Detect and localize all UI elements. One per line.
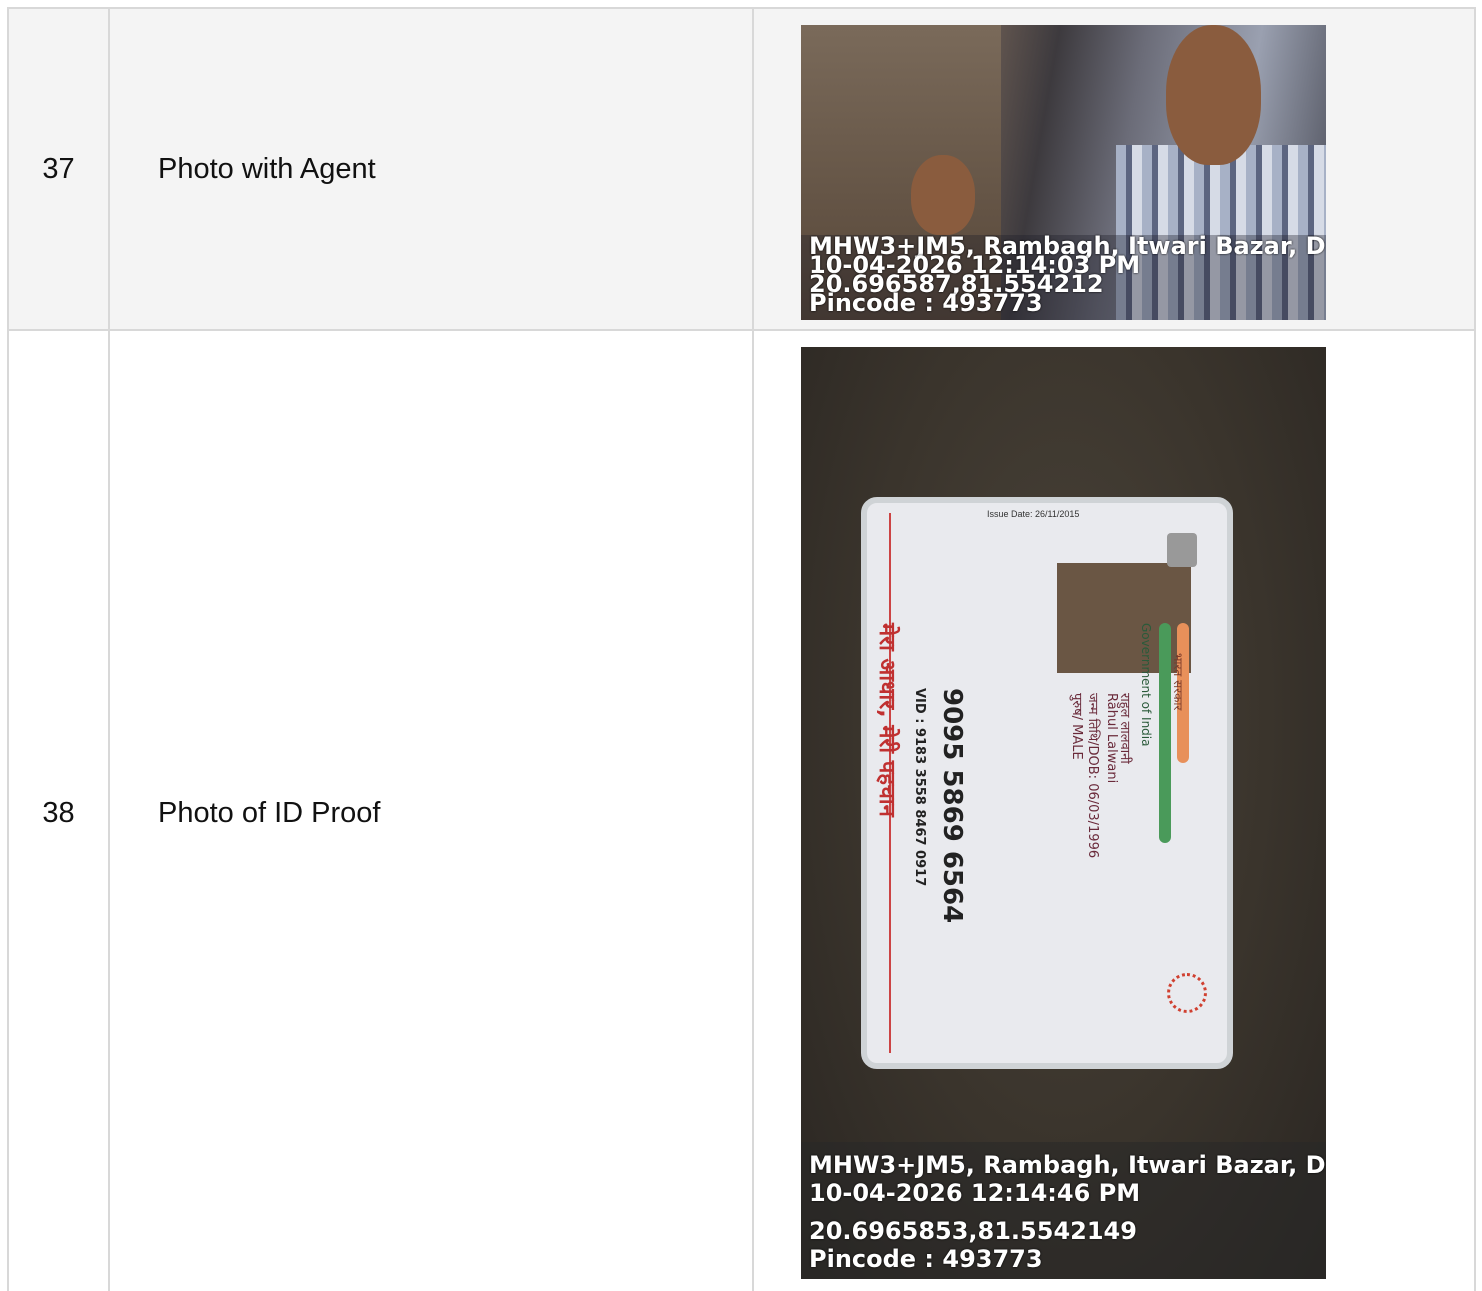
card-dob: जन्म तिथि/DOB: 06/03/1996 <box>1085 693 1100 859</box>
overlay-pincode: Pincode : 493773 <box>809 1245 1043 1273</box>
card-gender: पुरुष/ MALE <box>1069 693 1084 760</box>
row-label: Photo with Agent <box>110 9 754 329</box>
row-number: 38 <box>9 331 110 1291</box>
table-row: 37 Photo with Agent MHW3+JM5, Rambagh, I… <box>9 9 1476 331</box>
card-number: 9095 5869 6564 <box>937 688 967 924</box>
overlay-timestamp: 10-04-2026 12:14:46 PM <box>809 1179 1141 1207</box>
card-vid: VID : 9183 3558 8467 0917 <box>912 688 927 887</box>
id-proof-photo: Issue Date: 26/11/2015 Government of Ind… <box>801 347 1326 1279</box>
card-tagline: मेरा आधार, मेरी पहचान <box>874 623 899 817</box>
card-govt-text: Government of India <box>1139 623 1153 747</box>
photo-table: 37 Photo with Agent MHW3+JM5, Rambagh, I… <box>7 7 1476 1291</box>
photo-overlay-text: MHW3+JM5, Rambagh, Itwari Bazar, Dhamta … <box>809 234 1326 315</box>
emblem-icon <box>1167 533 1197 567</box>
overlay-coordinates: 20.6965853,81.5542149 <box>809 1217 1137 1245</box>
row-label: Photo of ID Proof <box>110 331 754 1291</box>
card-name-hindi: राहुल लालवानी <box>1117 693 1132 764</box>
card-govt-hindi: भारत सरकार <box>1171 653 1185 711</box>
card-name: Rahul Lalwani <box>1104 693 1119 784</box>
card-issue-date: Issue Date: 26/11/2015 <box>987 509 1080 519</box>
person-face <box>1166 25 1261 165</box>
aadhaar-logo-icon <box>1167 973 1207 1013</box>
person-face <box>911 155 975 235</box>
photo-overlay-text: MHW3+JM5, Rambagh, Itwari Bazar, Dhamta … <box>809 1151 1326 1273</box>
table-row: 38 Photo of ID Proof Issue Date: 26/11/2… <box>9 331 1476 1291</box>
id-card: Issue Date: 26/11/2015 Government of Ind… <box>861 497 1233 1069</box>
overlay-address: MHW3+JM5, Rambagh, Itwari Bazar, Dhamta <box>809 1151 1326 1179</box>
photo-cell: Issue Date: 26/11/2015 Government of Ind… <box>754 331 1476 1291</box>
agent-photo: MHW3+JM5, Rambagh, Itwari Bazar, Dhamta … <box>801 25 1326 320</box>
row-number: 37 <box>9 9 110 329</box>
photo-cell: MHW3+JM5, Rambagh, Itwari Bazar, Dhamta … <box>754 9 1476 329</box>
